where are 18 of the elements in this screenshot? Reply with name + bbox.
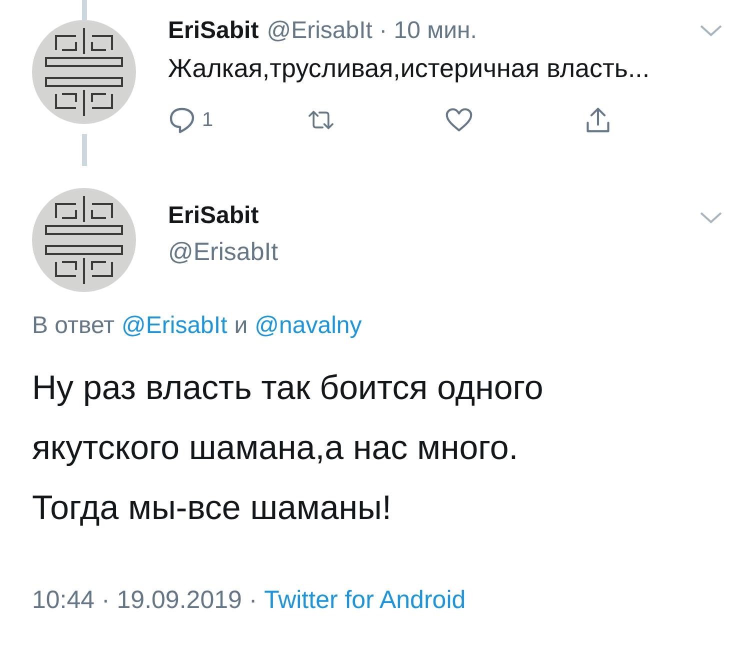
- avatar-drawing[interactable]: [32, 188, 136, 292]
- avatar-drawing[interactable]: [32, 20, 136, 124]
- handle-and-time: @ErisabIt · 10 мин.: [266, 17, 478, 45]
- reply-label: В ответ: [32, 312, 115, 340]
- mention-link[interactable]: @navalny: [254, 312, 362, 340]
- source-link[interactable]: Twitter for Android: [264, 586, 466, 615]
- reply-icon[interactable]: [168, 106, 196, 134]
- share-icon[interactable]: [584, 106, 612, 134]
- heart-icon[interactable]: [445, 106, 473, 134]
- tweet-text: Жалкая,трусливая,истеричная власть...: [168, 53, 651, 84]
- user-handle: @ErisabIt: [168, 238, 280, 267]
- tweet-text: Ну раз власть так боится одного якутского шамана,а нас много. Тогда мы-все шаманы!: [32, 368, 544, 529]
- reply-count: 1: [202, 108, 214, 132]
- timestamp: 10:44 · 19.09.2019 ·: [32, 586, 258, 615]
- mention-link[interactable]: @ErisabIt: [122, 312, 228, 340]
- user-name: EriSabit: [168, 17, 259, 45]
- conjunction-text: и: [234, 312, 248, 340]
- user-name: EriSabit: [168, 202, 260, 230]
